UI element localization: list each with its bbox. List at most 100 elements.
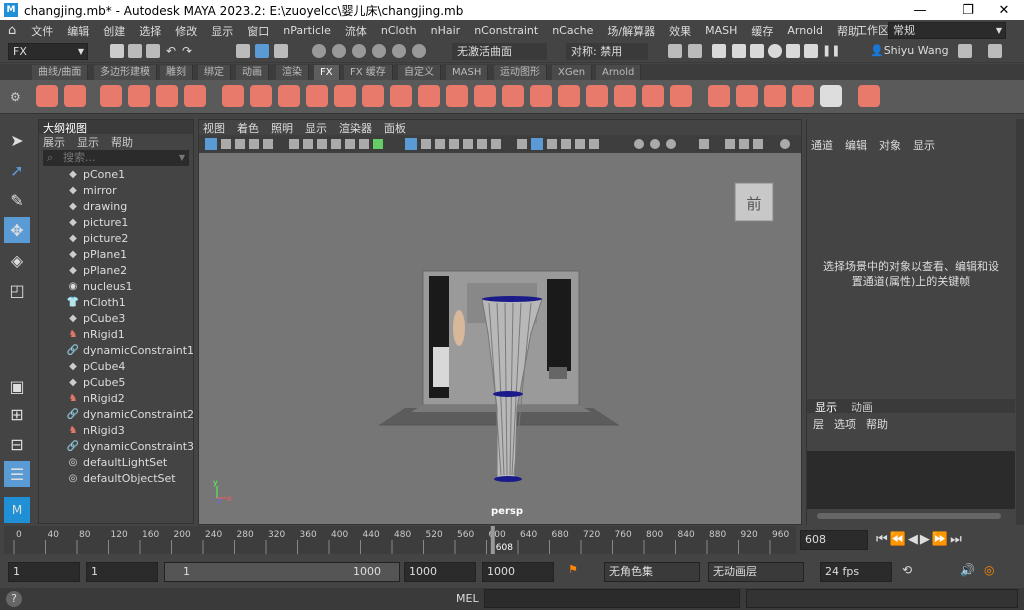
field-11-icon[interactable] bbox=[670, 85, 692, 107]
ncloth-remove-icon[interactable] bbox=[764, 85, 786, 107]
field-3-icon[interactable] bbox=[446, 85, 468, 107]
character-set-dropdown[interactable]: 无角色集 bbox=[604, 562, 700, 582]
menu-file[interactable]: 文件 bbox=[24, 23, 60, 39]
shelf-tab-sculpt[interactable]: 雕刻 bbox=[160, 65, 193, 80]
channel-menu-show[interactable]: 显示 bbox=[913, 137, 935, 153]
loop-icon[interactable]: ⟲ bbox=[902, 563, 912, 577]
snap-live-icon[interactable] bbox=[412, 44, 426, 58]
paint-hair-icon[interactable] bbox=[250, 85, 272, 107]
scale-tool-icon[interactable]: ◰ bbox=[4, 277, 30, 303]
outliner-item[interactable]: ◆ pPlane2 bbox=[39, 262, 193, 278]
field-6-icon[interactable] bbox=[530, 85, 552, 107]
redo-icon[interactable]: ↷ bbox=[182, 44, 196, 58]
shelf-tab-poly[interactable]: 多边形建模 bbox=[94, 65, 157, 80]
menu-nhair[interactable]: nHair bbox=[424, 24, 468, 37]
outliner-item[interactable]: 👕 nCloth1 bbox=[39, 294, 193, 310]
playback-end-field[interactable]: 1000 bbox=[404, 562, 476, 582]
settings-icon[interactable] bbox=[958, 44, 972, 58]
history-icon[interactable] bbox=[668, 44, 682, 58]
single-pane-icon[interactable]: ▣ bbox=[4, 373, 30, 399]
outliner-item[interactable]: ◉ nucleus1 bbox=[39, 278, 193, 294]
snap-grid-icon[interactable] bbox=[312, 44, 326, 58]
outliner-menu-help[interactable]: 帮助 bbox=[111, 134, 133, 150]
shelf-tab-xgen[interactable]: XGen bbox=[552, 65, 593, 80]
emitter-icon[interactable] bbox=[64, 85, 86, 107]
constraint-s-icon[interactable] bbox=[334, 85, 356, 107]
field-10-icon[interactable] bbox=[642, 85, 664, 107]
fluid-2d-icon[interactable] bbox=[128, 85, 150, 107]
outliner-layout-icon[interactable]: ☰ bbox=[4, 461, 30, 487]
layer-tab-anim[interactable]: 动画 bbox=[851, 399, 873, 414]
outliner-item[interactable]: ◎ defaultObjectSet bbox=[39, 470, 193, 486]
playback-start-field[interactable]: 1 bbox=[86, 562, 158, 582]
select-tool-icon[interactable]: ➤ bbox=[4, 127, 30, 153]
ncloth-create-icon[interactable] bbox=[708, 85, 730, 107]
field-8-icon[interactable] bbox=[586, 85, 608, 107]
anim-layer-dropdown[interactable]: 无动画层 bbox=[708, 562, 804, 582]
menu-nparticle[interactable]: nParticle bbox=[276, 24, 338, 37]
shelf-tab-motion-graphics[interactable]: 运动图形 bbox=[494, 65, 547, 80]
scene-canvas[interactable]: 前 y z x persp bbox=[199, 153, 801, 524]
layer-menu-layers[interactable]: 层 bbox=[813, 416, 824, 432]
layer-list[interactable] bbox=[807, 451, 1015, 509]
four-pane-icon[interactable]: ⊞ bbox=[4, 401, 30, 427]
outliner-item[interactable]: ◆ drawing bbox=[39, 198, 193, 214]
current-frame-field[interactable]: 608 bbox=[800, 530, 868, 550]
vp-menu-shading[interactable]: 着色 bbox=[237, 120, 259, 136]
playback-speed-icon[interactable]: ◎ bbox=[984, 563, 994, 577]
constraint-c-icon[interactable] bbox=[306, 85, 328, 107]
paint-select-tool-icon[interactable]: ✎ bbox=[4, 187, 30, 213]
vp-menu-show[interactable]: 显示 bbox=[305, 120, 327, 136]
lasso-tool-icon[interactable]: ➚ bbox=[4, 157, 30, 183]
channel-scrollbar[interactable] bbox=[817, 513, 1001, 519]
ncloth-white-icon[interactable] bbox=[820, 85, 842, 107]
menu-nconstraint[interactable]: nConstraint bbox=[467, 24, 545, 37]
outliner-item[interactable]: ◆ pPlane1 bbox=[39, 246, 193, 262]
move-tool-icon[interactable]: ✥ bbox=[4, 217, 30, 243]
vp-menu-panels[interactable]: 面板 bbox=[384, 120, 406, 136]
timeline-ruler[interactable]: 0 40 80 120 160 200 240 280 320 360 400 440 480 520 56… bbox=[0, 526, 809, 556]
outliner-item[interactable]: ◆ mirror bbox=[39, 182, 193, 198]
menu-ncloth[interactable]: nCloth bbox=[374, 24, 424, 37]
snap-view-icon[interactable] bbox=[392, 44, 406, 58]
fluid-emitter-icon[interactable] bbox=[156, 85, 178, 107]
outliner-item[interactable]: ♞ nRigid2 bbox=[39, 390, 193, 406]
snap-surface-icon[interactable] bbox=[372, 44, 386, 58]
outliner-item[interactable]: 🔗 dynamicConstraint1 bbox=[39, 342, 194, 358]
ncloth-cache-icon[interactable] bbox=[792, 85, 814, 107]
maximize-button[interactable]: ❐ bbox=[948, 0, 988, 20]
outliner-item[interactable]: 🔗 dynamicConstraint2 bbox=[39, 406, 194, 422]
time-slider[interactable]: 0 40 80 120 160 200 240 280 320 360 400 440 480 520 56… bbox=[0, 526, 1024, 556]
field-5-icon[interactable] bbox=[502, 85, 524, 107]
menuset-dropdown[interactable]: FX ▼ bbox=[8, 43, 88, 60]
close-button[interactable]: ✕ bbox=[984, 0, 1024, 20]
make-curves-dynamic-icon[interactable] bbox=[222, 85, 244, 107]
undo-icon[interactable]: ↶ bbox=[166, 44, 180, 58]
shelf-tab-fx-cache[interactable]: FX 缓存 bbox=[344, 65, 393, 80]
layer-menu-help[interactable]: 帮助 bbox=[866, 416, 888, 432]
sound-icon[interactable]: 🔊 bbox=[960, 563, 975, 577]
current-frame-marker[interactable] bbox=[490, 526, 495, 554]
mel-command-input[interactable] bbox=[484, 589, 740, 608]
range-bar[interactable]: 1 1000 bbox=[164, 562, 400, 582]
outliner-item[interactable]: ◆ picture2 bbox=[39, 230, 193, 246]
outliner-menu-show[interactable]: 显示 bbox=[77, 134, 99, 150]
ipr-render-icon[interactable] bbox=[750, 44, 764, 58]
outliner-item[interactable]: ◆ pCube3 bbox=[39, 310, 193, 326]
menu-mash[interactable]: MASH bbox=[698, 24, 744, 37]
playback-controls[interactable]: ⏮⏪◀▶⏩⏭ bbox=[876, 532, 964, 547]
layout-icon[interactable] bbox=[988, 44, 1002, 58]
layer-tab-display[interactable]: 显示 bbox=[815, 399, 837, 414]
shelf-settings-icon[interactable]: ⚙ bbox=[10, 90, 21, 104]
constraint-r-icon[interactable] bbox=[362, 85, 384, 107]
field-4-icon[interactable] bbox=[474, 85, 496, 107]
vp-menu-renderer[interactable]: 渲染器 bbox=[339, 120, 372, 136]
shelf-tab-rigging[interactable]: 绑定 bbox=[198, 65, 231, 80]
menu-modify[interactable]: 修改 bbox=[168, 23, 204, 39]
outliner-item[interactable]: 🔗 dynamicConstraint3 bbox=[39, 438, 194, 454]
fluid-3d-icon[interactable] bbox=[100, 85, 122, 107]
snap-curve-icon[interactable] bbox=[332, 44, 346, 58]
home-icon[interactable]: ⌂ bbox=[0, 23, 24, 38]
shelf-tab-rendering[interactable]: 渲染 bbox=[276, 65, 309, 80]
menu-create[interactable]: 创建 bbox=[96, 23, 132, 39]
